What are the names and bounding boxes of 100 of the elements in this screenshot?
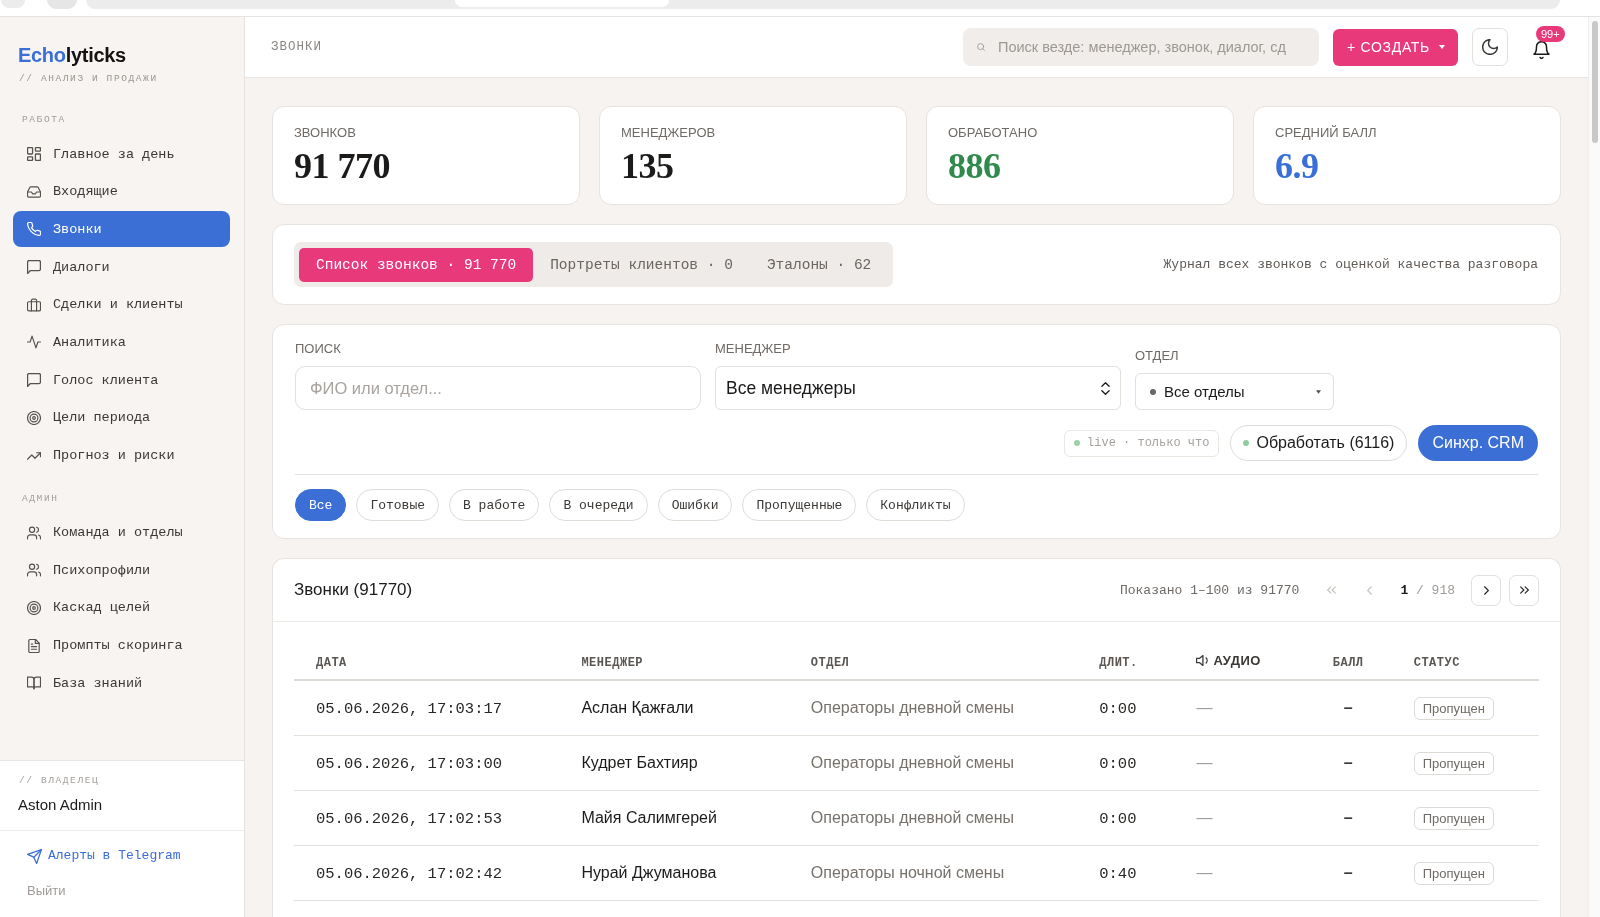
call-date: 05.06.2026, 17:03:00	[316, 754, 503, 773]
alerts-link[interactable]: Алерты в Telegram	[27, 847, 181, 865]
nav-item[interactable]: Каскад целей	[13, 589, 230, 626]
double-chevron-right-icon	[1519, 586, 1529, 594]
manager-name: Нурай Джуманова	[581, 864, 717, 881]
next-page-button[interactable]	[1471, 574, 1501, 606]
field-label: МЕНЕДЖЕР	[715, 341, 791, 357]
call-duration: 0:40	[1099, 864, 1137, 883]
table-title: Звонки (91770)	[294, 580, 413, 600]
speaker-icon	[1196, 654, 1209, 666]
call-duration: 0:00	[1099, 754, 1137, 773]
column-header[interactable]: МЕНЕДЖЕР	[581, 655, 644, 670]
filter-chip[interactable]: В очереди	[549, 489, 648, 521]
status-dot-icon	[1243, 440, 1250, 446]
target-icon	[27, 410, 41, 425]
status-tag: Пропущен	[1413, 751, 1494, 775]
sync-crm-button[interactable]: Синхр. CRM	[1418, 425, 1538, 461]
scrollbar[interactable]	[1588, 17, 1600, 917]
column-header[interactable]: ДЛИТ.	[1099, 655, 1138, 670]
nav-item[interactable]: Диалоги	[13, 249, 230, 286]
view-description: Журнал всех звонков с оценкой качества разговора	[1163, 257, 1538, 272]
search-icon	[977, 43, 985, 51]
filter-chip[interactable]: Ошибки	[657, 489, 733, 521]
filter-chip[interactable]: Готовые	[356, 489, 439, 521]
theme-toggle-button[interactable]	[1472, 28, 1508, 66]
filter-chip[interactable]: Пропущенные	[742, 489, 857, 521]
nav-item[interactable]: Сделки и клиенты	[13, 286, 230, 323]
chat-bubble-icon	[27, 373, 41, 388]
score-value: –	[1343, 754, 1353, 771]
department-name: Операторы ночной смены	[810, 864, 1005, 881]
chevron-right-icon	[1483, 585, 1489, 595]
notification-badge: 99+	[1536, 26, 1565, 42]
nav-item[interactable]: База знаний	[13, 665, 230, 702]
filter-chip[interactable]: В работе	[449, 489, 540, 521]
stat-value: 135	[621, 146, 674, 186]
manager-select[interactable]: Все менеджеры	[715, 366, 1121, 410]
score-value: –	[1343, 699, 1353, 716]
field-label: ПОИСК	[295, 341, 341, 357]
call-duration: 0:00	[1099, 809, 1137, 828]
target-icon	[27, 600, 41, 615]
process-button[interactable]: Обработать (6116)	[1230, 425, 1408, 461]
department-name: Операторы дневной смены	[810, 754, 1015, 771]
nav-item[interactable]: Звонки	[13, 211, 230, 248]
call-date: 05.06.2026, 17:02:42	[316, 864, 503, 883]
view-tab[interactable]: Портреты клиентов · 0	[533, 247, 750, 282]
audio-empty-value: —	[1196, 864, 1213, 881]
browser-button[interactable]	[47, 0, 77, 9]
department-name: Операторы дневной смены	[810, 699, 1015, 716]
filter-chip[interactable]: Все	[295, 489, 347, 521]
nav-item[interactable]: Цели периода	[13, 399, 230, 436]
document-icon	[27, 638, 41, 653]
column-header[interactable]: ДАТА	[316, 655, 347, 670]
nav-item[interactable]: Команда и отделы	[13, 514, 230, 551]
bell-icon[interactable]	[1533, 41, 1550, 59]
nav-item[interactable]: Аналитика	[13, 324, 230, 361]
call-date: 05.06.2026, 17:03:17	[316, 699, 503, 718]
filter-chip[interactable]: Конфликты	[866, 489, 965, 521]
create-button[interactable]: + СОЗДАТЬ	[1333, 28, 1458, 66]
scrollbar-thumb[interactable]	[1592, 21, 1598, 143]
nav-item[interactable]: Прогноз и риски	[13, 437, 230, 474]
column-header[interactable]: СТАТУС	[1413, 655, 1460, 670]
pulse-line-icon	[27, 335, 41, 350]
people-icon	[27, 525, 41, 540]
owner-caption: // ВЛАДЕЛЕЦ	[19, 775, 100, 787]
column-header[interactable]: ОТДЕЛ	[810, 655, 850, 670]
briefcase-icon	[27, 297, 41, 312]
nav-item[interactable]: Главное за день	[13, 136, 230, 172]
owner-name: Aston Admin	[18, 796, 103, 814]
nav-item[interactable]: Промпты скоринга	[13, 627, 230, 664]
score-value: –	[1343, 809, 1353, 826]
column-header[interactable]: АУДИО	[1213, 652, 1261, 668]
audio-empty-value: —	[1196, 809, 1213, 826]
nav-item[interactable]: Входящие	[13, 173, 230, 210]
stat-label: МЕНЕДЖЕРОВ	[621, 125, 716, 141]
nav-item[interactable]: Психопрофили	[13, 552, 230, 589]
section-heading: АДМИН	[22, 492, 59, 505]
nav-item[interactable]: Голос клиента	[13, 362, 230, 399]
last-page-button[interactable]	[1509, 574, 1539, 606]
stat-value: 6.9	[1275, 146, 1319, 186]
chat-bubble-icon	[27, 260, 41, 275]
manager-name: Кудрет Бахтияр	[581, 754, 698, 771]
view-tab[interactable]: Эталоны · 62	[749, 247, 889, 282]
call-date: 05.06.2026, 17:02:53	[316, 809, 503, 828]
department-select[interactable]: Все отделы	[1135, 373, 1334, 410]
score-value: –	[1343, 864, 1353, 881]
phone-icon	[27, 222, 41, 237]
stat-value: 91 770	[294, 146, 390, 186]
double-chevron-left-icon	[1326, 586, 1336, 594]
name-search-field[interactable]: ФИО или отдел...	[295, 366, 701, 410]
stat-label: СРЕДНИЙ БАЛЛ	[1275, 125, 1377, 141]
inbox-tray-icon	[27, 184, 41, 199]
column-header[interactable]: БАЛЛ	[1332, 655, 1364, 670]
dashboard-grid-icon	[27, 147, 41, 161]
caret-icon	[1316, 389, 1321, 394]
stat-label: ЗВОНКОВ	[294, 125, 356, 141]
app-tagline: // АНАЛИЗ И ПРОДАЖИ	[19, 73, 158, 85]
view-tab[interactable]: Список звонков · 91 770	[299, 247, 534, 282]
global-search-field[interactable]: Поиск везде: менеджер, звонок, диалог, сд	[963, 28, 1319, 66]
department-name: Операторы дневной смены	[810, 809, 1015, 826]
pagination-summary: Показано 1–100 из 91770	[1119, 582, 1300, 598]
